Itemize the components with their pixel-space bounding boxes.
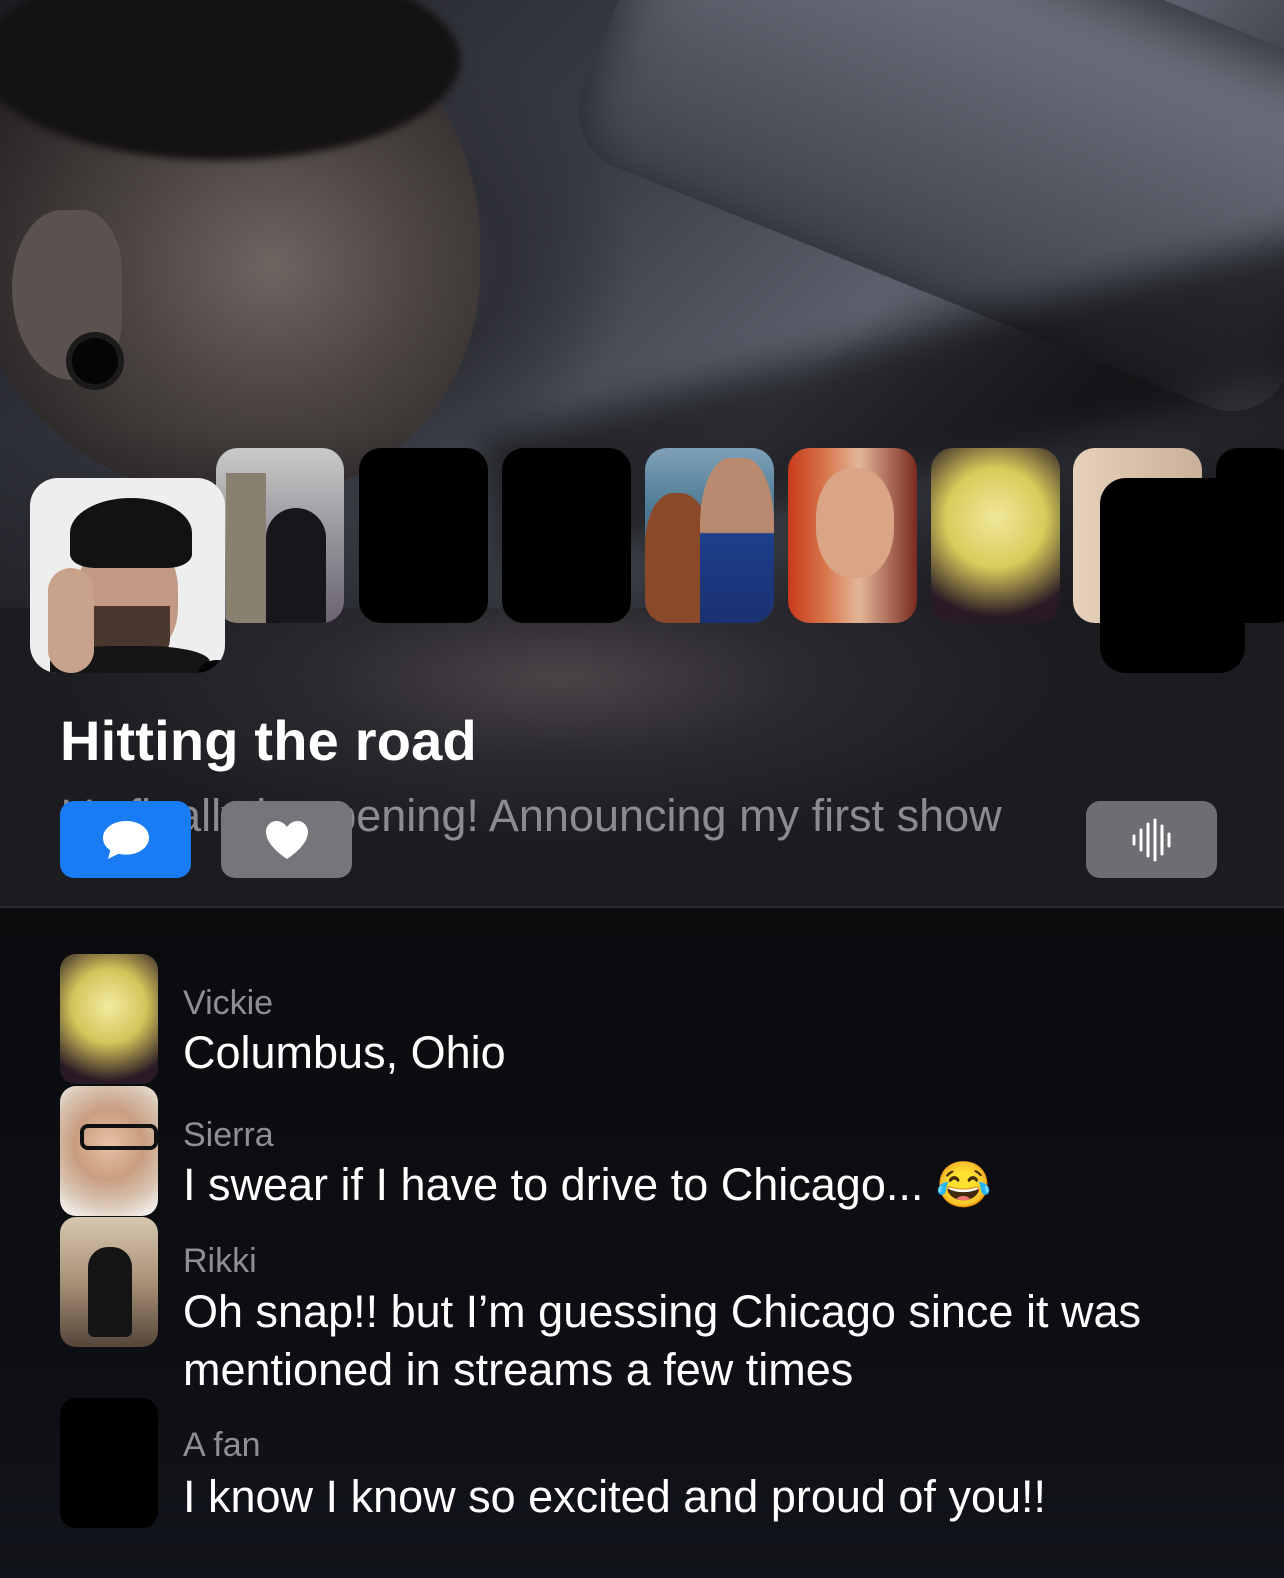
participant-thumb[interactable] [216,448,344,623]
heart-icon [265,820,308,859]
commenter-name: Sierra [183,1116,274,1154]
participant-thumb[interactable] [502,448,631,623]
commenter-avatar[interactable] [60,1086,158,1216]
commenter-avatar[interactable] [60,954,158,1084]
comment-item: Sierra I swear if I have to drive to Chi… [60,1086,1240,1216]
participant-thumb[interactable] [1100,478,1245,673]
commenter-avatar[interactable] [60,1398,158,1528]
comment-text: Columbus, Ohio [183,1027,506,1078]
stream-title: Hitting the road [60,709,477,772]
speech-bubble-icon [102,820,149,859]
commenter-name: Vickie [183,984,274,1022]
waveform-icon [1132,818,1170,861]
comment-text: I swear if I have to drive to Chicago...… [183,1159,992,1210]
audio-button[interactable] [1086,801,1217,878]
participant-thumb[interactable] [788,448,917,623]
comment-item: Vickie Columbus, Ohio [60,954,1240,1084]
participant-thumb[interactable] [359,448,488,623]
participant-thumb[interactable] [931,448,1060,623]
commenter-name: A fan [183,1426,261,1464]
comment-item: A fan I know I know so excited and proud… [60,1398,1240,1528]
participants-strip [0,448,1284,688]
commenter-avatar[interactable] [60,1217,158,1347]
comment-text: Oh snap!! but I’m guessing Chicago since… [183,1286,1141,1395]
comment-text: I know I know so excited and proud of yo… [183,1471,1046,1522]
like-button[interactable] [221,801,352,878]
ear-gauge [72,338,118,384]
participant-thumb[interactable] [645,448,774,623]
comment-item: Rikki Oh snap!! but I’m guessing Chicago… [60,1217,1240,1395]
chat-button[interactable] [60,801,191,878]
commenter-name: Rikki [183,1242,257,1280]
host-avatar[interactable] [30,478,225,673]
